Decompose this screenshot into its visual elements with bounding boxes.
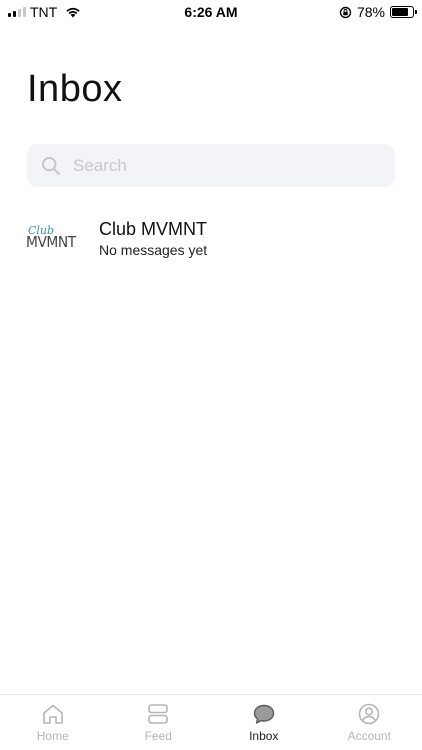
avatar-logo-word: MVMNT <box>26 233 76 251</box>
status-bar: TNT 6:26 AM 78% <box>0 0 422 24</box>
search-icon <box>42 156 60 175</box>
orientation-lock-icon <box>339 6 352 18</box>
tab-feed-label: Feed <box>144 729 172 743</box>
search-input[interactable] <box>73 155 373 176</box>
tab-home-label: Home <box>36 729 69 743</box>
conversation-text: Club MVMNT No messages yet <box>99 218 207 259</box>
tab-feed[interactable]: Feed <box>106 695 212 750</box>
inbox-screen: TNT 6:26 AM 78% Inbox Search Club MVMNT … <box>0 0 422 750</box>
tab-home[interactable]: Home <box>0 695 106 750</box>
battery-percent: 78% <box>356 4 385 20</box>
page-title: Inbox <box>27 68 123 110</box>
tab-account[interactable]: Account <box>317 695 422 750</box>
home-icon <box>42 704 63 724</box>
feed-icon <box>148 704 169 724</box>
battery-fill <box>392 8 408 16</box>
status-bar-right: 78% <box>339 4 417 20</box>
tab-inbox-label: Inbox <box>249 729 279 743</box>
conversation-preview: No messages yet <box>99 241 208 258</box>
inbox-icon <box>253 704 274 724</box>
tab-bar: Home Feed Inbox Account <box>0 694 422 750</box>
conversation-item[interactable]: Club MVMNT Club MVMNT No messages yet <box>22 208 402 268</box>
account-icon <box>358 703 380 725</box>
search-bar[interactable] <box>27 144 395 187</box>
tab-inbox[interactable]: Inbox <box>211 695 317 750</box>
avatar: Club MVMNT <box>22 210 84 266</box>
battery-icon <box>390 6 417 18</box>
tab-account-label: Account <box>347 729 391 743</box>
conversation-name: Club MVMNT <box>99 218 208 239</box>
